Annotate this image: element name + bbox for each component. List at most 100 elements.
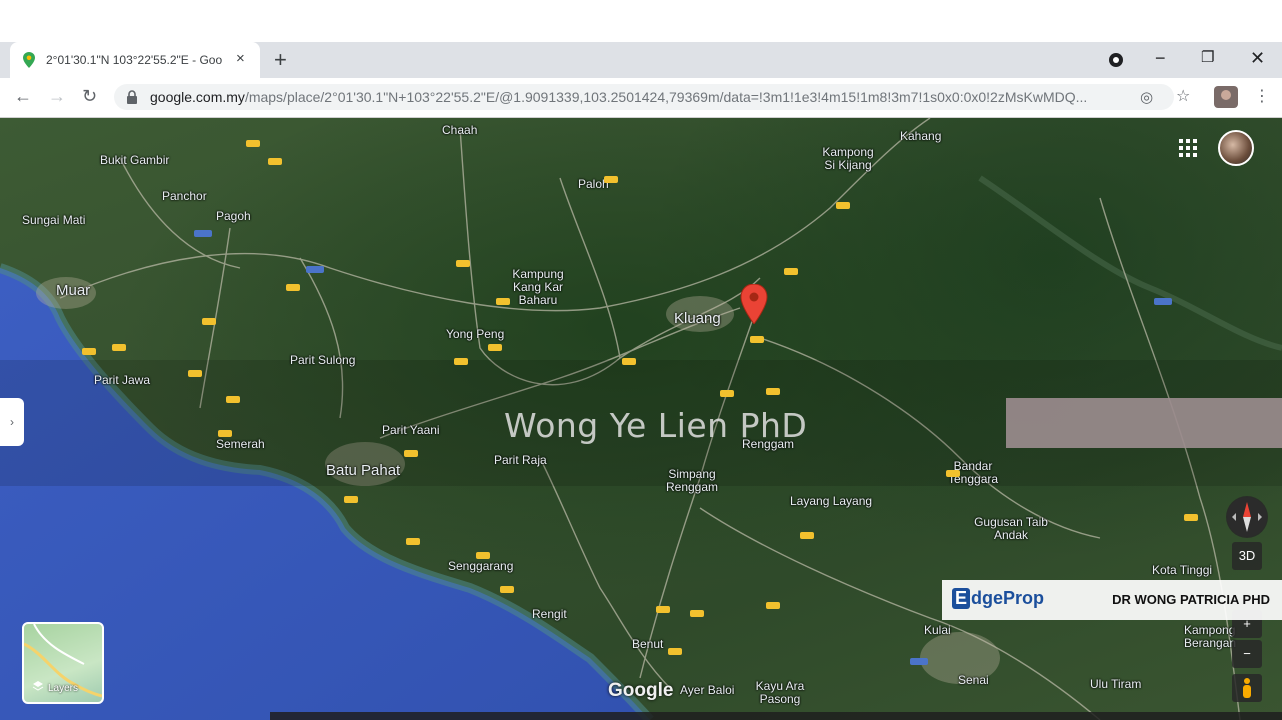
location-pin-icon[interactable] xyxy=(740,284,768,324)
road-shield-icon xyxy=(1184,514,1198,521)
road-shield-icon xyxy=(604,176,618,183)
new-tab-button[interactable]: + xyxy=(274,47,287,73)
road-shield-icon xyxy=(656,606,670,613)
3d-toggle-button[interactable]: 3D xyxy=(1232,542,1262,570)
place-label: Parit Yaani xyxy=(382,423,440,437)
place-label: Kampong Berangan xyxy=(1184,623,1237,650)
place-label: Kampong Si Kijang xyxy=(822,145,874,172)
url-text[interactable]: google.com.my/maps/place/2°01'30.1"N+103… xyxy=(150,89,1094,105)
edgeprop-logo: EdgeProp xyxy=(952,588,1044,609)
road-shield-icon xyxy=(406,538,420,545)
profile-icon[interactable] xyxy=(1214,86,1238,108)
edgeprop-logo-e: E xyxy=(952,588,971,609)
place-label: Semerah xyxy=(216,437,265,451)
place-label: Muar xyxy=(56,282,91,299)
satellite-map[interactable]: Chaah Kahang Bukit Gambir Kampong Si Kij… xyxy=(0,118,1282,720)
road-shield-icon xyxy=(690,610,704,617)
edgeprop-logo-text: dgeProp xyxy=(971,588,1045,608)
road-shield-icon xyxy=(784,268,798,275)
road-shield-icon xyxy=(488,344,502,351)
road-shield-icon xyxy=(476,552,490,559)
road-shield-icon xyxy=(1154,298,1172,305)
place-label: Pagoh xyxy=(216,209,251,223)
place-label: Kota Tinggi xyxy=(1152,563,1213,577)
maps-pin-icon xyxy=(23,52,35,68)
place-label: Parit Sulong xyxy=(290,353,356,367)
lock-icon xyxy=(127,90,137,104)
road-shield-icon xyxy=(226,396,240,403)
road-shield-icon xyxy=(456,260,470,267)
place-label: Rengit xyxy=(532,607,567,621)
road-shield-icon xyxy=(946,470,960,477)
place-label: Senggarang xyxy=(448,559,514,573)
top-margin xyxy=(0,0,1282,42)
place-label: Benut xyxy=(632,637,664,651)
edgeprop-author: DR WONG PATRICIA PHD xyxy=(1112,592,1270,607)
road-shield-icon xyxy=(766,602,780,609)
road-shield-icon xyxy=(910,658,928,665)
road-shield-icon xyxy=(344,496,358,503)
layers-icon xyxy=(32,681,44,691)
road-shield-icon xyxy=(306,266,324,273)
road-shield-icon xyxy=(622,358,636,365)
place-label: Layang Layang xyxy=(790,494,873,508)
road-shield-icon xyxy=(246,140,260,147)
compass-icon[interactable] xyxy=(1226,496,1268,538)
layers-button[interactable]: Layers xyxy=(22,622,104,704)
place-label: Parit Jawa xyxy=(94,373,151,387)
road-shield-icon xyxy=(268,158,282,165)
layers-label: Layers xyxy=(48,683,79,694)
minimize-button[interactable]: − xyxy=(1155,48,1166,69)
location-icon[interactable]: ◎ xyxy=(1140,88,1153,106)
account-circle-icon[interactable] xyxy=(1108,52,1124,68)
road-shield-icon xyxy=(720,390,734,397)
road-shield-icon xyxy=(218,430,232,437)
road-shield-icon xyxy=(112,344,126,351)
pegman-button[interactable] xyxy=(1232,674,1262,702)
tab-title: 2°01'30.1"N 103°22'55.2"E - Goo xyxy=(46,53,223,67)
maximize-button[interactable]: ❐ xyxy=(1201,48,1214,66)
place-label: Batu Pahat xyxy=(326,462,401,479)
road-shield-icon xyxy=(286,284,300,291)
place-label: Kahang xyxy=(900,129,942,143)
road-shield-icon xyxy=(836,202,850,209)
omnibox[interactable]: google.com.my/maps/place/2°01'30.1"N+103… xyxy=(114,84,1174,110)
road-shield-icon xyxy=(500,586,514,593)
place-label: Yong Peng xyxy=(446,327,505,341)
road-shield-icon xyxy=(404,450,418,457)
close-window-button[interactable]: ✕ xyxy=(1250,48,1265,69)
place-label: Kulai xyxy=(924,623,951,637)
collapse-panel-button[interactable]: › xyxy=(0,398,24,446)
place-label: Senai xyxy=(958,673,989,687)
road-shield-icon xyxy=(766,388,780,395)
url-path: /maps/place/2°01'30.1"N+103°22'55.2"E/@1… xyxy=(244,89,1088,105)
place-label: Kluang xyxy=(674,310,721,327)
pegman-icon xyxy=(1243,678,1251,698)
browser-tab[interactable]: 2°01'30.1"N 103°22'55.2"E - Goo × xyxy=(10,42,260,78)
watermark-text: Wong Ye Lien PhD xyxy=(504,406,808,445)
road-shield-icon xyxy=(82,348,96,355)
place-label: Simpang Renggam xyxy=(665,467,719,494)
place-label: Bukit Gambir xyxy=(100,153,170,167)
place-label: Gugusan Taib Andak xyxy=(974,515,1048,542)
google-logo: Google xyxy=(608,680,674,701)
blurred-region xyxy=(1006,398,1282,448)
reload-button[interactable]: ↻ xyxy=(82,86,97,107)
road-shield-icon xyxy=(454,358,468,365)
place-label: Sungai Mati xyxy=(22,213,86,227)
menu-dots-icon[interactable]: ⋮ xyxy=(1254,86,1270,106)
place-label: Ulu Tiram xyxy=(1090,677,1142,691)
url-host: google.com.my xyxy=(150,89,245,105)
forward-button[interactable]: → xyxy=(48,86,66,107)
avatar[interactable] xyxy=(1218,130,1254,166)
zoom-out-button[interactable]: − xyxy=(1232,640,1262,668)
bookmark-star-icon[interactable]: ☆ xyxy=(1176,86,1190,106)
place-label: Kampung Kang Kar Baharu xyxy=(512,267,564,307)
road-shield-icon xyxy=(202,318,216,325)
back-button[interactable]: ← xyxy=(14,86,32,107)
road-shield-icon xyxy=(668,648,682,655)
road-shield-icon xyxy=(496,298,510,305)
tab-close-icon[interactable]: × xyxy=(236,50,245,67)
apps-grid-icon[interactable] xyxy=(1178,138,1198,158)
place-label: Kayu Ara Pasong xyxy=(755,679,805,706)
